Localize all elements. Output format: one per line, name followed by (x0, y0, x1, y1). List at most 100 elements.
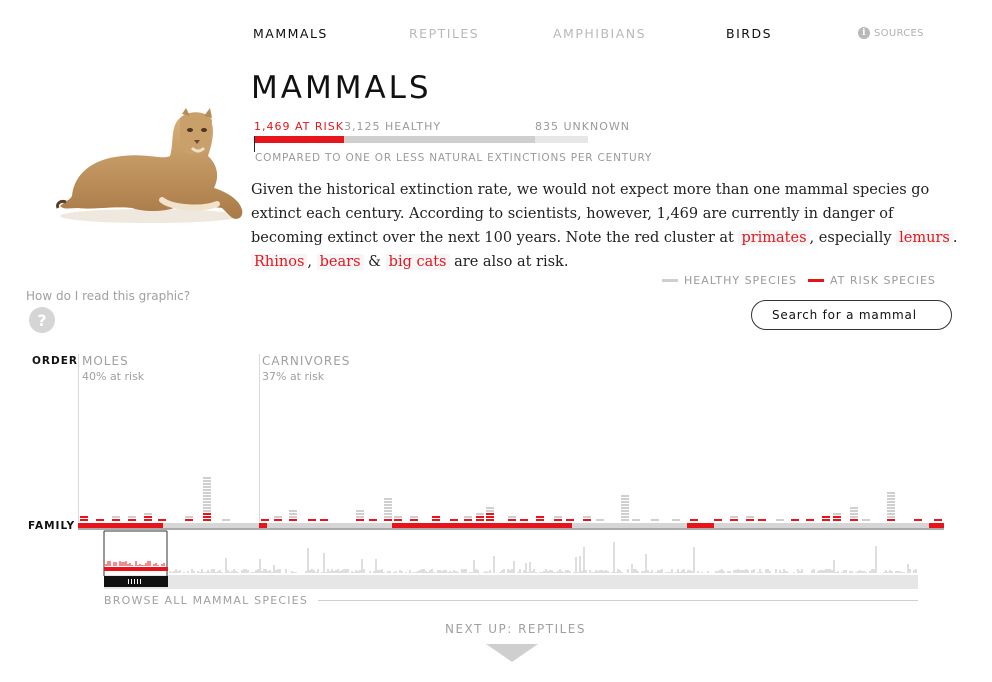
species-mark-healthy (203, 480, 211, 482)
species-mark-healthy (887, 507, 895, 509)
species-mark-healthy (384, 501, 392, 503)
next-up-link[interactable]: NEXT UP: REPTILES (445, 622, 586, 636)
species-mark-healthy (887, 501, 895, 503)
species-mark-healthy (203, 483, 211, 485)
species-mark-healthy (596, 519, 604, 521)
species-mark-healthy (384, 513, 392, 515)
family-band-risk (78, 523, 163, 528)
species-mark-risk (274, 519, 282, 521)
species-mark-healthy (203, 504, 211, 506)
species-mark-healthy (394, 516, 402, 518)
species-mark-healthy (887, 495, 895, 497)
species-mark-healthy (621, 495, 629, 497)
family-band-risk (392, 523, 572, 528)
species-mark-healthy (384, 504, 392, 506)
species-mark-healthy (486, 507, 494, 509)
species-mark-risk (791, 519, 799, 521)
species-mark-healthy (476, 513, 484, 515)
species-mark-risk (758, 519, 766, 521)
species-mark-healthy (203, 501, 211, 503)
browse-window-risk (104, 567, 168, 571)
species-mark-healthy (833, 513, 841, 515)
species-mark-risk (96, 519, 104, 521)
species-mark-healthy (583, 516, 591, 518)
species-mark-risk (203, 516, 211, 518)
species-mark-healthy (289, 513, 297, 515)
species-mark-healthy (203, 510, 211, 512)
species-mark-healthy (621, 501, 629, 503)
species-mark-healthy (203, 495, 211, 497)
species-mark-risk (289, 519, 297, 521)
species-mark-healthy (356, 510, 364, 512)
species-mark-risk (486, 516, 494, 518)
species-mark-healthy (384, 498, 392, 500)
species-mark-healthy (621, 519, 629, 521)
species-mark-risk (80, 519, 88, 521)
species-mark-healthy (128, 516, 136, 518)
species-mark-risk (394, 519, 402, 521)
species-mark-healthy (144, 513, 152, 515)
species-mark-healthy (274, 516, 282, 518)
species-mark-healthy (621, 498, 629, 500)
species-mark-healthy (185, 516, 193, 518)
species-mark-healthy (203, 489, 211, 491)
species-mark-healthy (464, 516, 472, 518)
browse-rule (318, 600, 918, 601)
species-mark-healthy (203, 477, 211, 479)
species-mark-risk (833, 519, 841, 521)
species-mark-healthy (651, 519, 659, 521)
species-mark-risk (822, 519, 830, 521)
species-mark-healthy (356, 513, 364, 515)
species-mark-healthy (887, 504, 895, 506)
species-mark-healthy (621, 513, 629, 515)
species-mark-risk (508, 519, 516, 521)
species-mark-healthy (508, 516, 516, 518)
species-mark-risk (369, 519, 377, 521)
species-mark-healthy (356, 516, 364, 518)
species-mark-healthy (672, 519, 680, 521)
species-mark-healthy (887, 513, 895, 515)
species-mark-healthy (862, 519, 870, 521)
species-mark-risk (806, 519, 814, 521)
species-mark-risk (554, 519, 562, 521)
species-mark-risk (690, 519, 698, 521)
species-mark-healthy (621, 507, 629, 509)
family-band-risk (259, 523, 267, 528)
species-mark-risk (450, 519, 458, 521)
species-mark-healthy (384, 507, 392, 509)
browse-handle-grip (131, 579, 132, 584)
down-arrow-icon[interactable] (486, 644, 538, 662)
species-mark-risk (432, 519, 440, 521)
species-mark-risk (934, 519, 942, 521)
species-mark-risk (203, 519, 211, 521)
species-mark-risk (158, 519, 166, 521)
species-mark-risk (486, 519, 494, 521)
species-mark-healthy (384, 516, 392, 518)
species-mark-healthy (112, 516, 120, 518)
species-mark-risk (80, 516, 88, 518)
species-mark-risk (914, 519, 922, 521)
species-mark-healthy (486, 510, 494, 512)
species-mark-healthy (621, 504, 629, 506)
species-mark-risk (850, 519, 858, 521)
species-mark-risk (144, 519, 152, 521)
species-mark-risk (730, 519, 738, 521)
species-mark-healthy (850, 513, 858, 515)
species-mark-risk (384, 519, 392, 521)
family-band-risk (929, 523, 944, 528)
species-mark-healthy (621, 516, 629, 518)
species-mark-risk (476, 516, 484, 518)
species-mark-risk (822, 516, 830, 518)
family-band-risk (687, 523, 714, 528)
species-mark-healthy (222, 519, 230, 521)
species-mark-risk (746, 519, 754, 521)
species-mark-risk (410, 519, 418, 521)
species-mark-healthy (289, 516, 297, 518)
browse-handle-grip (137, 579, 138, 584)
species-mark-healthy (289, 510, 297, 512)
species-mark-risk (486, 513, 494, 515)
species-mark-healthy (730, 516, 738, 518)
species-chart[interactable] (0, 0, 992, 682)
species-mark-healthy (203, 498, 211, 500)
species-mark-healthy (887, 498, 895, 500)
